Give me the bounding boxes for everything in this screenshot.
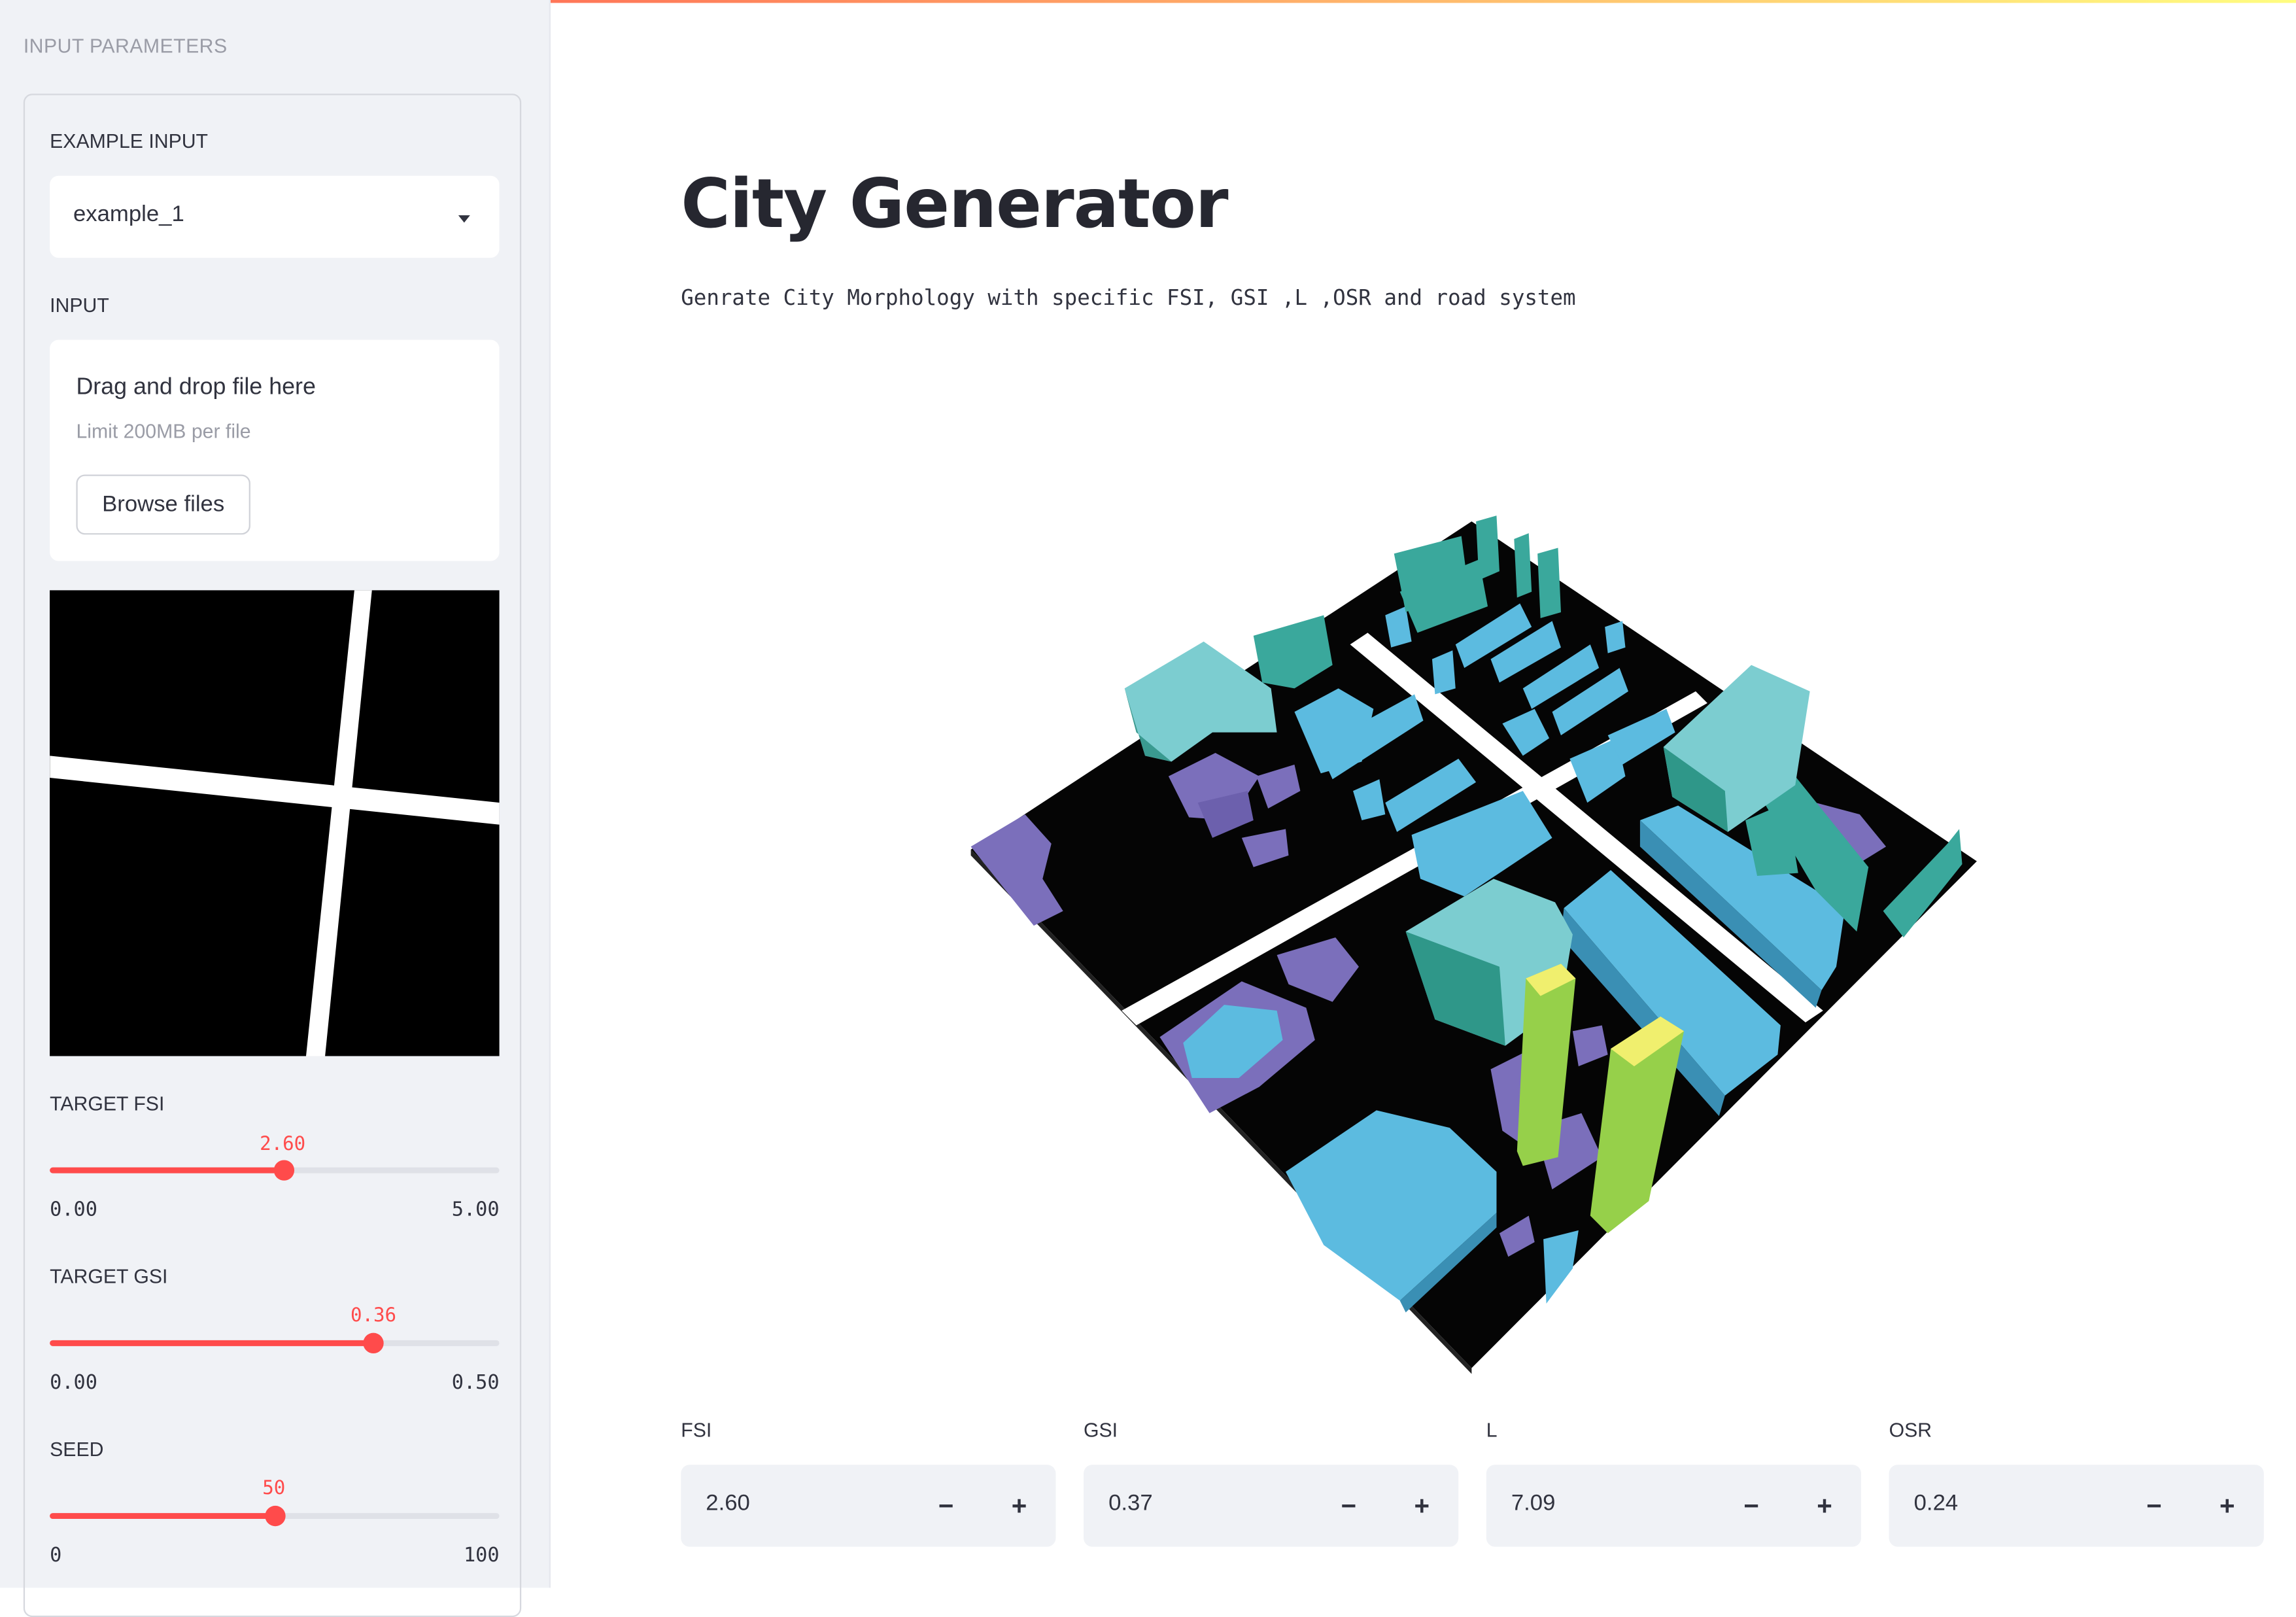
slider-fill: [50, 1513, 275, 1520]
fsi-number-input[interactable]: 2.60 − +: [681, 1465, 1056, 1547]
target-gsi-max: 0.50: [451, 1370, 500, 1395]
osr-value: 0.24: [1913, 1491, 1959, 1516]
seed-label: SEED: [50, 1438, 104, 1461]
osr-decrement-button[interactable]: −: [2117, 1465, 2191, 1546]
example-input-value: example_1: [73, 202, 184, 228]
slider-thumb[interactable]: [264, 1505, 285, 1527]
city-3d-view[interactable]: [937, 498, 2006, 1377]
target-fsi-value: 2.60: [260, 1134, 306, 1156]
target-fsi-label: TARGET FSI: [50, 1092, 165, 1115]
road-map-image: [50, 590, 500, 1056]
slider-fill: [50, 1167, 284, 1174]
gsi-increment-button[interactable]: +: [1385, 1465, 1458, 1546]
sidebar-title: INPUT PARAMETERS: [23, 35, 228, 58]
slider-fill: [50, 1340, 374, 1346]
file-dropzone[interactable]: Drag and drop file here Limit 200MB per …: [50, 339, 500, 561]
city-model-render: [970, 515, 1977, 1374]
chevron-down-icon: [458, 215, 470, 223]
target-gsi-value: 0.36: [350, 1305, 397, 1327]
l-increment-button[interactable]: +: [1788, 1465, 1861, 1546]
fsi-increment-button[interactable]: +: [983, 1465, 1056, 1546]
dropzone-limit: Limit 200MB per file: [76, 420, 251, 443]
gsi-value: 0.37: [1108, 1491, 1153, 1516]
target-gsi-min: 0.00: [50, 1370, 97, 1395]
slider-thumb[interactable]: [273, 1160, 294, 1181]
seed-value: 50: [262, 1478, 286, 1500]
dropzone-text: Drag and drop file here: [76, 375, 316, 400]
fsi-label: FSI: [681, 1419, 712, 1442]
gsi-label: GSI: [1084, 1419, 1118, 1442]
seed-max: 100: [463, 1544, 500, 1567]
target-fsi-min: 0.00: [50, 1198, 97, 1222]
page-subtitle: Genrate City Morphology with specific FS…: [681, 287, 1576, 311]
road-map-preview: [50, 590, 500, 1056]
browse-files-button[interactable]: Browse files: [76, 474, 250, 535]
osr-number-input[interactable]: 0.24 − +: [1889, 1465, 2264, 1547]
seed-min: 0: [50, 1544, 62, 1567]
seed-slider[interactable]: [50, 1505, 500, 1527]
osr-increment-button[interactable]: +: [2191, 1465, 2264, 1546]
gsi-number-input[interactable]: 0.37 − +: [1084, 1465, 1459, 1547]
target-fsi-max: 5.00: [451, 1198, 500, 1222]
gsi-decrement-button[interactable]: −: [1312, 1465, 1385, 1546]
l-value: 7.09: [1511, 1491, 1556, 1516]
target-gsi-label: TARGET GSI: [50, 1265, 168, 1288]
osr-label: OSR: [1889, 1419, 1932, 1442]
example-input-label: EXAMPLE INPUT: [50, 130, 209, 152]
l-label: L: [1486, 1419, 1498, 1442]
fsi-value: 2.60: [706, 1491, 750, 1516]
target-fsi-slider[interactable]: [50, 1160, 500, 1181]
page-title: City Generator: [681, 164, 1228, 243]
example-input-select[interactable]: example_1: [50, 175, 500, 258]
l-number-input[interactable]: 7.09 − +: [1486, 1465, 1862, 1547]
fsi-decrement-button[interactable]: −: [910, 1465, 983, 1546]
slider-thumb[interactable]: [363, 1332, 384, 1354]
target-gsi-slider[interactable]: [50, 1332, 500, 1354]
sidebar: INPUT PARAMETERS EXAMPLE INPUT example_1…: [0, 0, 551, 1617]
input-label: INPUT: [50, 294, 109, 317]
l-decrement-button[interactable]: −: [1715, 1465, 1788, 1546]
